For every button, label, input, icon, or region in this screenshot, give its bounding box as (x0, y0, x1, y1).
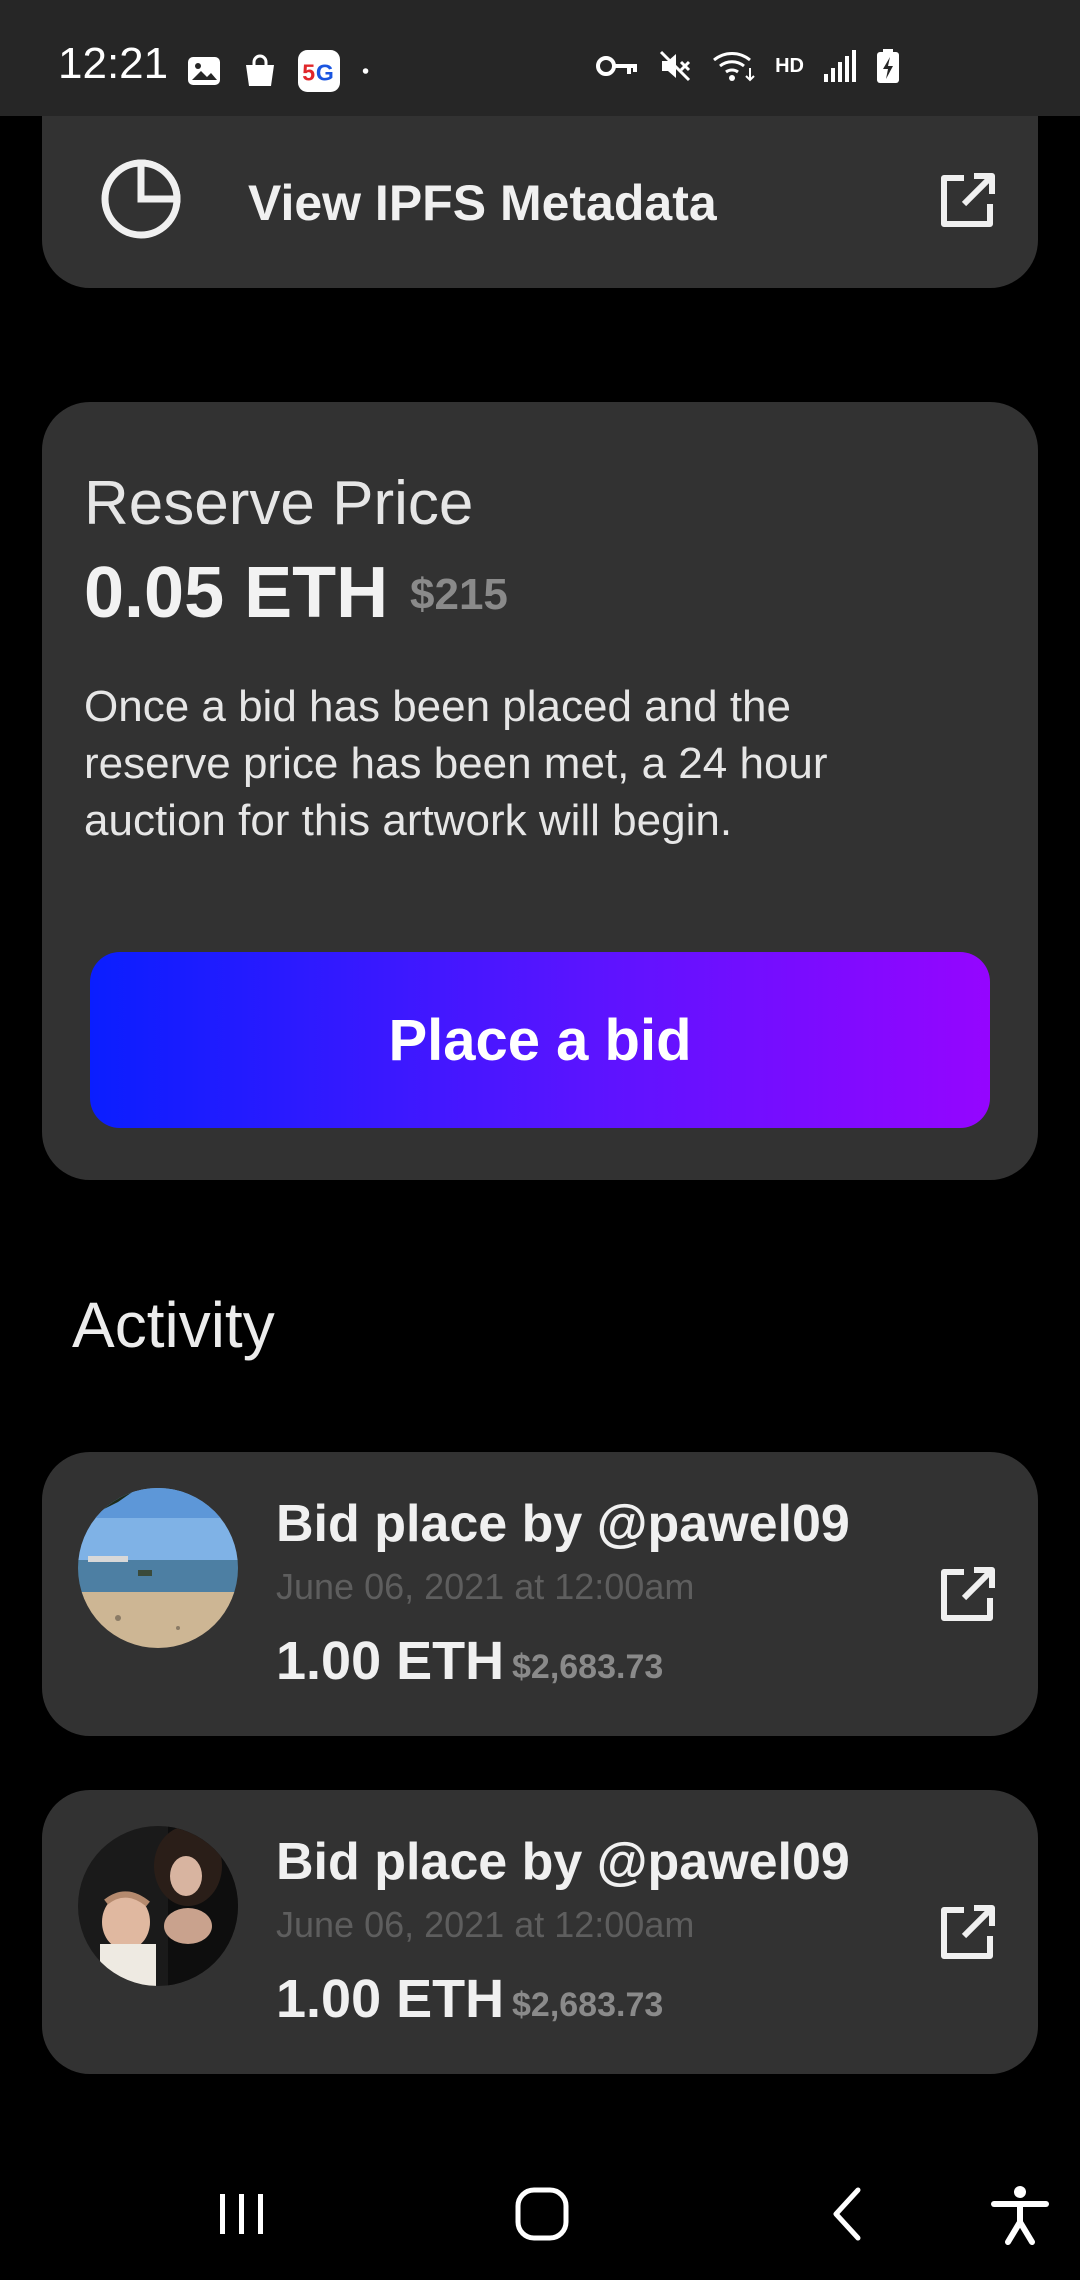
ipfs-metadata-label: View IPFS Metadata (248, 175, 717, 231)
reserve-price-card: Reserve Price 0.05 ETH $215 Once a bid h… (42, 402, 1038, 1180)
navigation-bar (0, 2160, 1080, 2280)
mute-icon (660, 50, 691, 82)
avatar (78, 1488, 238, 1648)
back-icon[interactable] (818, 2184, 878, 2244)
accessibility-icon[interactable] (990, 2178, 1050, 2250)
home-icon[interactable] (512, 2184, 572, 2244)
activity-title-text: Bid place by @pawel09 (276, 1833, 850, 1891)
svg-text:G: G (316, 59, 334, 85)
activity-date: June 06, 2021 at 12:00am (276, 1904, 695, 1945)
beach-photo (78, 1488, 238, 1648)
external-link-icon[interactable] (934, 1900, 1000, 1966)
activity-item[interactable]: Bid place by @pawel09 June 06, 2021 at 1… (42, 1790, 1038, 2074)
reserve-title: Reserve Price (84, 469, 474, 538)
place-bid-button[interactable]: Place a bid (90, 952, 990, 1128)
reserve-price: 0.05 ETH (84, 553, 389, 633)
recent-apps-icon[interactable] (212, 2184, 272, 2244)
external-link-icon[interactable] (934, 1562, 1000, 1628)
activity-title-text: Bid place by @pawel09 (276, 1495, 850, 1553)
activity-item[interactable]: Bid place by @pawel09 June 06, 2021 at 1… (42, 1452, 1038, 1736)
status-time: 12:21 (58, 39, 169, 88)
activity-amount: 1.00 ETH (276, 1969, 505, 2029)
activity-title: Activity (72, 1289, 275, 1361)
activity-usd: $2,683.73 (512, 1986, 664, 2024)
reserve-description: Once a bid has been placed and the reser… (84, 682, 828, 845)
status-left-icons: 5 G (186, 50, 380, 92)
status-bar: 12:21 5 G HD (0, 0, 1080, 116)
status-right-icons: HD (595, 48, 900, 84)
ipfs-metadata-card[interactable]: View IPFS Metadata (42, 116, 1038, 288)
svg-text:5: 5 (302, 59, 315, 85)
pie-chart-icon (101, 159, 181, 239)
activity-usd: $2,683.73 (512, 1648, 664, 1686)
vpn-key-icon (596, 56, 638, 76)
external-link-icon[interactable] (934, 168, 1000, 234)
reserve-usd: $215 (410, 570, 508, 619)
battery-charging-icon (877, 49, 899, 83)
gallery-icon (188, 57, 220, 85)
hd-icon: HD (775, 54, 804, 77)
signal-icon (824, 50, 856, 82)
dot-icon (362, 68, 369, 74)
activity-amount: 1.00 ETH (276, 1631, 505, 1691)
avatar (78, 1826, 238, 1986)
activity-date: June 06, 2021 at 12:00am (276, 1566, 695, 1607)
5g-app-icon: 5 G (298, 50, 340, 92)
shopping-bag-icon (246, 54, 274, 86)
wifi-icon (713, 52, 755, 82)
couple-photo (78, 1826, 238, 1986)
